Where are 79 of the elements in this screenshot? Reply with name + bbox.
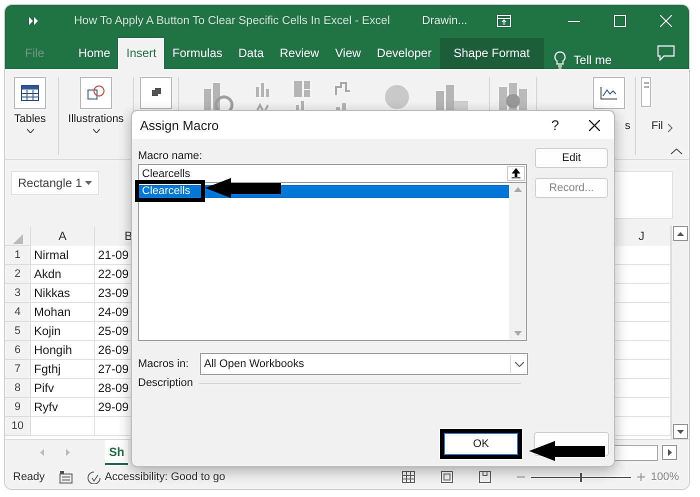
- dialog-title: Assign Macro: [140, 118, 219, 132]
- ribbon-group-label[interactable]: s: [624, 120, 630, 132]
- ribbon-tab[interactable]: Insert: [118, 38, 164, 69]
- row-header[interactable]: 5: [5, 322, 31, 342]
- accessibility-status[interactable]: Accessibility: Good to go: [104, 471, 226, 484]
- table-cell: Nikkas: [31, 284, 95, 304]
- ribbon-group-label[interactable]: Fil: [651, 120, 663, 132]
- upload-icon[interactable]: [507, 166, 525, 181]
- macro-list[interactable]: Clearcells: [138, 183, 527, 341]
- ribbon-group-label[interactable]: Illustrations: [68, 112, 124, 125]
- zoom-level: 100%: [650, 471, 679, 484]
- page-break-icon[interactable]: [478, 471, 491, 484]
- scroll-right-button[interactable]: [662, 445, 677, 460]
- row-header[interactable]: 1: [5, 246, 31, 266]
- ribbon-tab[interactable]: Shape Format: [440, 38, 544, 69]
- triangle-right-icon: [668, 449, 672, 456]
- lightbulb-icon[interactable]: [554, 50, 566, 69]
- ribbon-tab[interactable]: Home: [70, 38, 118, 69]
- triangle-up-icon: [677, 232, 684, 236]
- table-cell: Hongih: [31, 341, 95, 360]
- table-cell: Mohan: [31, 303, 95, 322]
- chevron-down-icon: [514, 362, 524, 366]
- zoom-in-icon[interactable]: [636, 473, 645, 482]
- normal-view-icon[interactable]: [402, 471, 415, 484]
- tell-me-field[interactable]: Tell me: [574, 52, 612, 67]
- row-header[interactable]: 3: [5, 284, 31, 304]
- table-cell: Fgthj: [31, 360, 95, 380]
- chevron-right-icon[interactable]: [667, 122, 673, 133]
- row-header[interactable]: 9: [5, 398, 31, 418]
- maximize-icon[interactable]: [614, 15, 626, 28]
- macro-recording-icon[interactable]: [58, 470, 73, 484]
- row-header[interactable]: 7: [5, 360, 31, 380]
- row-header[interactable]: 10: [5, 417, 31, 436]
- sparkline-icon[interactable]: [592, 76, 625, 109]
- scroll-up-button[interactable]: [673, 226, 688, 242]
- ribbon-display-icon[interactable]: [497, 15, 512, 28]
- context-label: Drawin...: [422, 15, 468, 28]
- filter-icon[interactable]: [641, 76, 652, 107]
- collapse-ribbon-icon[interactable]: [670, 148, 683, 156]
- row-header[interactable]: 8: [5, 379, 31, 398]
- field-label: Macro name:: [138, 149, 204, 164]
- table-icon[interactable]: [14, 76, 46, 109]
- row-header[interactable]: 6: [5, 341, 31, 360]
- window-title: How To Apply A Button To Clear Specific Cells In Excel - Excel: [74, 15, 390, 28]
- name-box[interactable]: Rectangle 1: [11, 171, 99, 196]
- ribbon-tab[interactable]: Review: [272, 38, 328, 69]
- table-cell: Nirmal: [31, 246, 95, 266]
- ribbon-tab[interactable]: View: [327, 38, 369, 69]
- shapes-icon[interactable]: [80, 76, 112, 109]
- caret-icon[interactable]: [92, 128, 100, 133]
- status-text: Ready: [13, 471, 45, 484]
- row-header[interactable]: 2: [5, 265, 31, 284]
- ribbon-group-label[interactable]: Tables: [14, 112, 46, 125]
- close-icon[interactable]: [589, 120, 600, 130]
- table-cell: Ryfv: [31, 398, 95, 418]
- help-button[interactable]: ?: [551, 117, 559, 133]
- sheet-tab[interactable]: Sh: [105, 440, 128, 466]
- table-cell: Pifv: [31, 379, 95, 398]
- dialog-button[interactable]: Edit: [535, 148, 608, 168]
- add-ins-icon[interactable]: [140, 76, 172, 109]
- quick-access-icon[interactable]: [29, 17, 38, 26]
- caret-icon[interactable]: [26, 128, 34, 133]
- highlight-box: [135, 180, 205, 202]
- accessibility-icon[interactable]: [86, 470, 101, 484]
- comment-icon[interactable]: [657, 45, 675, 62]
- table-cell: Akdn: [31, 265, 95, 284]
- macro-name-field[interactable]: Clearcells: [138, 164, 527, 183]
- row-header[interactable]: 4: [5, 303, 31, 322]
- macros-in-dropdown[interactable]: All Open Workbooks: [200, 353, 528, 375]
- scroll-down-button[interactable]: [673, 424, 688, 440]
- column-header[interactable]: A: [31, 226, 95, 246]
- ok-button[interactable]: OK: [444, 433, 518, 455]
- table-cell: Kojin: [31, 322, 95, 342]
- ribbon-tab[interactable]: Data: [230, 38, 272, 69]
- vertical-scrollbar[interactable]: [671, 226, 689, 440]
- page-layout-icon[interactable]: [440, 471, 453, 484]
- ribbon-tab[interactable]: Formulas: [164, 38, 230, 69]
- ribbon-tab[interactable]: Developer: [368, 38, 440, 69]
- triangle-down-icon: [677, 430, 684, 434]
